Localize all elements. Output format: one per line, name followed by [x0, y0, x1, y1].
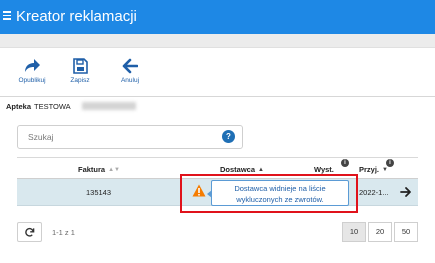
- sort-icon: ▲: [258, 167, 264, 173]
- page-size-20[interactable]: 20: [368, 222, 392, 242]
- pagination-info: 1-1 z 1: [52, 228, 75, 237]
- column-przyj[interactable]: Przyj. ▼: [359, 165, 388, 174]
- toolbar: Opublikuj Zapisz Anuluj: [0, 48, 435, 96]
- pharmacy-info: Apteka TESTOWA: [6, 102, 71, 111]
- pharmacy-prefix: Apteka: [6, 102, 32, 111]
- app-header: Kreator reklamacji: [0, 0, 435, 34]
- column-faktura[interactable]: Faktura ▲▼: [78, 165, 120, 174]
- arrow-left-icon: [122, 58, 138, 74]
- save-button[interactable]: Zapisz: [60, 58, 100, 84]
- search-input[interactable]: [17, 125, 243, 149]
- app-title: Kreator reklamacji: [16, 8, 137, 25]
- page-size-50[interactable]: 50: [394, 222, 418, 242]
- sort-icon: ▲▼: [108, 167, 120, 173]
- pharmacy-name: TESTOWA: [34, 102, 71, 111]
- menu-icon[interactable]: [3, 11, 11, 20]
- column-faktura-label: Faktura: [78, 165, 106, 174]
- info-icon[interactable]: i: [341, 159, 349, 167]
- redacted-text: [82, 102, 136, 110]
- column-dostawca[interactable]: Dostawca ▲: [220, 165, 264, 174]
- column-wyst[interactable]: Wyst.: [314, 165, 334, 174]
- cancel-button[interactable]: Anuluj: [110, 58, 150, 84]
- cell-przyj: 2022-1...: [359, 188, 389, 197]
- cancel-label: Anuluj: [120, 77, 140, 84]
- horizontal-scrollbar[interactable]: [0, 34, 435, 48]
- column-przyj-label: Przyj.: [359, 165, 380, 174]
- publish-button[interactable]: Opublikuj: [12, 58, 52, 84]
- page: Kreator reklamacji Opublikuj Zapisz Anul…: [0, 0, 435, 263]
- arrow-right-icon[interactable]: [400, 186, 412, 198]
- highlight-frame: [180, 174, 358, 213]
- save-label: Zapisz: [70, 77, 90, 84]
- publish-label: Opublikuj: [18, 77, 46, 84]
- page-size-10[interactable]: 10: [342, 222, 366, 242]
- info-icon[interactable]: i: [386, 159, 394, 167]
- cell-faktura: 135143: [86, 188, 112, 197]
- help-icon[interactable]: ?: [222, 130, 235, 143]
- toolbar-divider: [0, 96, 435, 97]
- save-disk-icon: [73, 58, 88, 74]
- refresh-button[interactable]: [17, 222, 42, 242]
- sort-icon: ▼: [382, 167, 388, 173]
- refresh-icon: [25, 227, 35, 237]
- column-wyst-label: Wyst.: [314, 165, 334, 174]
- column-dostawca-label: Dostawca: [220, 165, 256, 174]
- share-arrow-icon: [25, 59, 40, 72]
